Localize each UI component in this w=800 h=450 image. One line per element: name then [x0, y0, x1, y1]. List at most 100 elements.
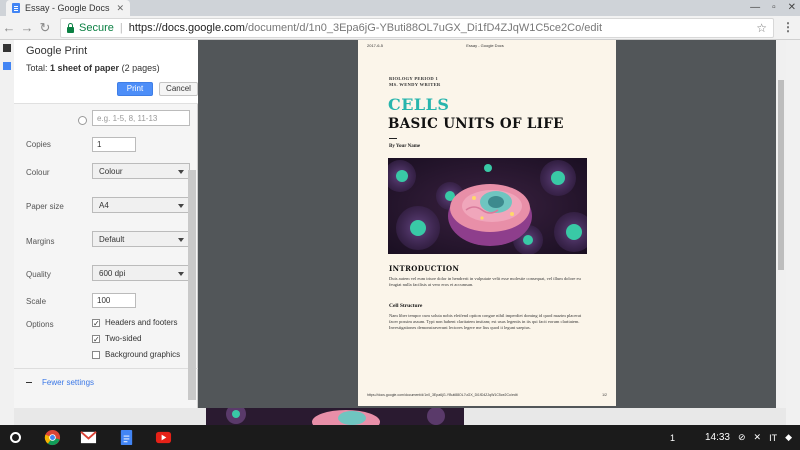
- print-header: Google Print Total: 1 sheet of paper (2 …: [14, 40, 198, 104]
- subsection-heading: Cell Structure: [389, 303, 423, 309]
- preview-scrollbar[interactable]: [776, 40, 786, 408]
- mute-icon: ✕: [753, 432, 762, 442]
- scrollbar-thumb[interactable]: [778, 80, 784, 270]
- reload-icon[interactable]: ↻: [36, 19, 54, 37]
- docs-left-strip: [0, 40, 14, 425]
- background-graphics-label: Background graphics: [105, 350, 181, 359]
- colour-value: Colour: [99, 167, 123, 176]
- print-title: Google Print: [26, 45, 88, 57]
- quality-value: 600 dpi: [99, 269, 126, 278]
- scale-label: Scale: [26, 297, 47, 306]
- document-background: [14, 408, 786, 425]
- gmail-icon[interactable]: [80, 429, 97, 446]
- page-indicator: 1: [669, 432, 675, 443]
- chrome-icon[interactable]: [44, 429, 61, 446]
- browser-toolbar: ← → ↻ Secure | https://docs.google.com/d…: [0, 16, 800, 40]
- colour-select[interactable]: Colour: [92, 163, 190, 179]
- scale-input[interactable]: 100: [92, 293, 136, 308]
- back-icon[interactable]: ←: [0, 19, 18, 37]
- paper-size-select[interactable]: A4: [92, 197, 190, 213]
- copies-label: Copies: [26, 140, 51, 149]
- dropdown-arrow-icon: [178, 170, 184, 174]
- youtube-icon[interactable]: [155, 429, 172, 446]
- clock: 14:33: [704, 432, 730, 443]
- wifi-icon: ◆: [785, 432, 792, 442]
- quality-select[interactable]: 600 dpi: [92, 265, 190, 281]
- close-tab-icon[interactable]: ✕: [116, 3, 124, 14]
- url-path: /document/d/1n0_3Epa6jG-YButi88OL7uGX_Di…: [244, 22, 602, 34]
- docs-app-icon[interactable]: [118, 429, 135, 446]
- bookmark-star-icon[interactable]: ☆: [756, 21, 767, 35]
- url-host: https://docs.google.com: [128, 22, 245, 34]
- quality-label: Quality: [26, 270, 51, 279]
- cancel-button[interactable]: Cancel: [159, 82, 198, 96]
- dropdown-arrow-icon: [178, 238, 184, 242]
- margins-label: Margins: [26, 237, 55, 246]
- intro-paragraph: Duis autem vel eum iriure dolor in hendr…: [389, 276, 581, 287]
- print-button[interactable]: Print: [117, 82, 153, 96]
- copies-input[interactable]: 1: [92, 137, 136, 152]
- two-sided-label: Two-sided: [105, 334, 142, 343]
- os-shelf: 1 14:33 ⊘ ✕ IT ◆: [0, 425, 800, 450]
- docs-favicon-icon: [12, 3, 20, 13]
- background-graphics-checkbox[interactable]: [92, 351, 100, 359]
- tab-title: Essay - Google Docs: [25, 3, 110, 13]
- locale: IT: [769, 432, 778, 443]
- doc-title-accent: CELLS: [388, 95, 450, 114]
- two-sided-checkbox[interactable]: ✓: [92, 335, 100, 344]
- docs-toolbar-icon[interactable]: [3, 44, 11, 52]
- course-info: BIOLOGY PERIOD 1 MS. WENDY WRITER: [389, 76, 441, 88]
- byline: By Your Name: [389, 144, 421, 149]
- margins-select[interactable]: Default: [92, 231, 190, 247]
- page-header: 2017-6-5 Essay - Google Docs: [367, 43, 607, 48]
- total-sheets: 1 sheet of paper: [50, 63, 120, 73]
- headers-footers-checkbox[interactable]: ✓: [92, 319, 100, 328]
- pages-custom-radio[interactable]: [78, 116, 87, 125]
- window-controls: — ▫ ✕: [750, 2, 796, 13]
- doc-title-main: BASIC UNITS OF LIFE: [388, 116, 564, 132]
- options-label: Options: [26, 320, 54, 329]
- status-tray[interactable]: 1 14:33 ⊘ ✕ IT ◆: [670, 425, 800, 450]
- fewer-settings-link[interactable]: Fewer settings: [26, 378, 94, 387]
- address-bar[interactable]: Secure | https://docs.google.com/documen…: [60, 18, 774, 38]
- minimize-icon[interactable]: —: [750, 2, 760, 13]
- header-date: 2017-6-5: [367, 43, 384, 48]
- cell-illustration: [388, 158, 587, 254]
- print-total: Total: 1 sheet of paper (2 pages): [26, 63, 160, 73]
- maximize-icon[interactable]: ▫: [772, 2, 776, 13]
- footer-url: https://docs.google.com/document/d/1n0_3…: [367, 393, 518, 397]
- course-line-2: MS. WENDY WRITER: [389, 82, 441, 87]
- tab-strip: Essay - Google Docs ✕ — ▫ ✕: [0, 0, 800, 16]
- launcher-icon[interactable]: [10, 432, 21, 443]
- forward-icon[interactable]: →: [18, 19, 36, 37]
- docs-right-strip: [786, 40, 800, 425]
- close-window-icon[interactable]: ✕: [788, 2, 796, 13]
- headers-footers-label: Headers and footers: [105, 318, 178, 327]
- lock-icon: [67, 22, 74, 33]
- total-pages: (2 pages): [121, 63, 160, 73]
- fewer-settings-label: Fewer settings: [42, 378, 95, 387]
- divider: |: [119, 22, 123, 34]
- print-preview: 2017-6-5 Essay - Google Docs BIOLOGY PER…: [198, 40, 776, 408]
- collapse-icon: [26, 382, 32, 384]
- print-settings-panel: Google Print Total: 1 sheet of paper (2 …: [14, 40, 198, 408]
- background-page: [206, 408, 464, 425]
- docs-outline-icon[interactable]: [3, 62, 11, 70]
- page-footer: https://docs.google.com/document/d/1n0_3…: [367, 393, 607, 397]
- paper-size-value: A4: [99, 201, 109, 210]
- title-rule: [389, 138, 397, 140]
- header-title: Essay - Google Docs: [466, 43, 504, 48]
- pages-input[interactable]: e.g. 1-5, 8, 11-13: [92, 110, 190, 126]
- footer-page: 1/2: [602, 393, 607, 397]
- browser-menu-icon[interactable]: ⋮: [782, 20, 794, 34]
- tab-essay[interactable]: Essay - Google Docs ✕: [6, 0, 130, 16]
- dropdown-arrow-icon: [178, 272, 184, 276]
- section-heading: INTRODUCTION: [389, 264, 460, 273]
- secure-label: Secure: [79, 22, 114, 34]
- panel-scrollbar[interactable]: [188, 170, 196, 400]
- preview-page: 2017-6-5 Essay - Google Docs BIOLOGY PER…: [358, 40, 616, 406]
- notifications-icon: ⊘: [737, 432, 746, 442]
- margins-value: Default: [99, 235, 125, 244]
- colour-label: Colour: [26, 168, 50, 177]
- total-label: Total:: [26, 63, 48, 73]
